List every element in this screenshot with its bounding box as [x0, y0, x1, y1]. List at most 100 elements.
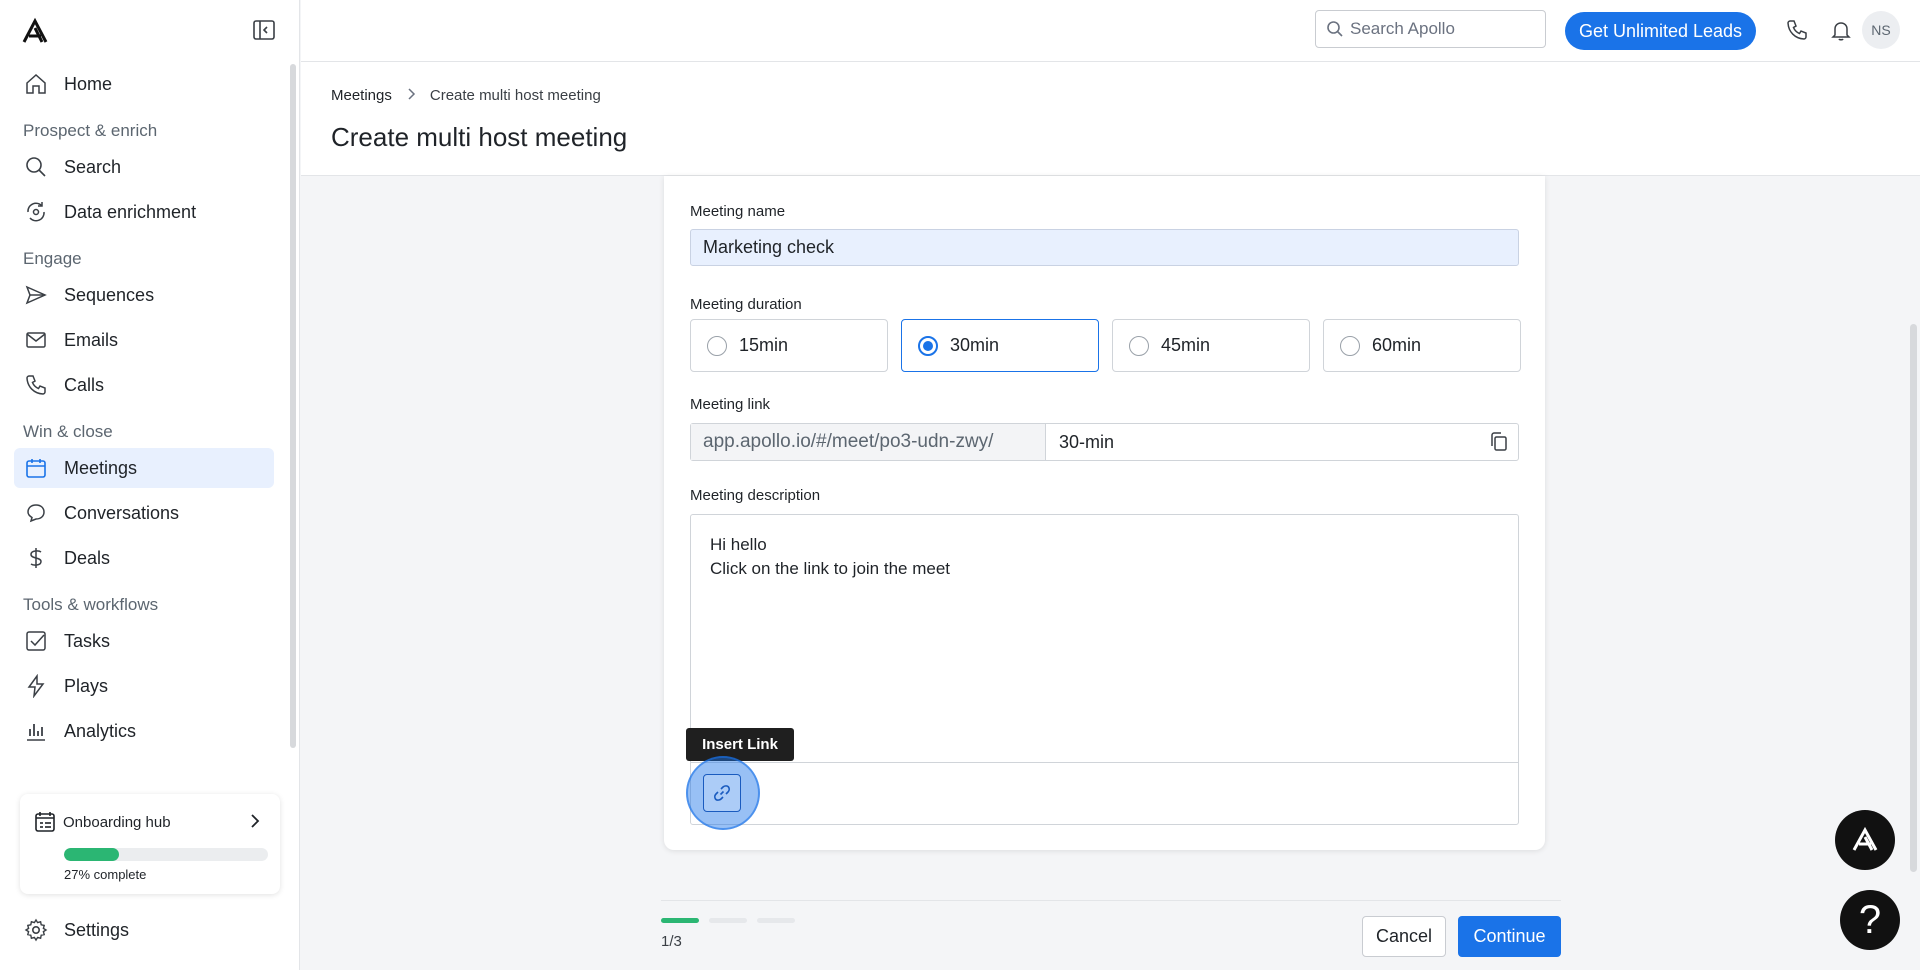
sidebar-item-search[interactable]: Search — [14, 147, 274, 187]
sidebar-section-label: Prospect & enrich — [23, 121, 158, 140]
meeting-form-card: Meeting name Marketing check Meeting dur… — [664, 176, 1545, 850]
footer-divider — [661, 900, 1561, 901]
step-indicator — [757, 918, 795, 923]
sidebar-item-settings[interactable]: Settings — [24, 910, 129, 950]
meeting-name-input[interactable]: Marketing check — [690, 229, 1519, 266]
duration-option-60min[interactable]: 60min — [1323, 319, 1521, 372]
meeting-description-label: Meeting description — [690, 487, 821, 504]
apollo-assistant-button[interactable] — [1835, 810, 1895, 870]
page-header: Meetings Create multi host meeting Creat… — [301, 62, 1920, 176]
meeting-duration-label: Meeting duration — [690, 296, 802, 313]
duration-label: 30min — [950, 335, 1000, 355]
sidebar-nav: Home Prospect & enrich Search Data enrichme… — [14, 64, 274, 756]
sidebar-scrollbar[interactable] — [290, 64, 296, 748]
checklist-icon — [34, 811, 56, 833]
search-input[interactable]: Search Apollo — [1315, 10, 1546, 48]
refresh-icon — [24, 200, 48, 224]
help-button[interactable]: ? — [1840, 890, 1900, 950]
sidebar-section-label: Engage — [23, 249, 82, 268]
meeting-link-slug-input[interactable]: 30-min — [1046, 424, 1518, 460]
radio-button[interactable] — [918, 335, 938, 356]
cancel-button[interactable]: Cancel — [1362, 916, 1446, 957]
send-icon — [24, 283, 48, 307]
sidebar-item-label: Deals — [64, 547, 111, 568]
radio-button[interactable] — [1129, 335, 1149, 356]
phone-icon[interactable] — [1785, 18, 1809, 42]
sidebar: Home Prospect & enrich Search Data enrichme… — [0, 0, 300, 970]
dollar-icon — [24, 546, 48, 570]
topbar: Search Apollo Get Unlimited Leads NS — [301, 0, 1920, 62]
sidebar-item-label: Search — [64, 156, 122, 177]
checkbox-icon — [24, 629, 48, 653]
search-placeholder: Search Apollo — [1350, 19, 1455, 38]
duration-option-45min[interactable]: 45min — [1112, 319, 1310, 372]
onboarding-progress-label: 27% complete — [64, 867, 147, 882]
sidebar-item-sequences[interactable]: Sequences — [14, 275, 274, 315]
radio-button[interactable] — [707, 335, 727, 356]
mail-icon — [24, 328, 48, 352]
insert-link-button[interactable] — [703, 774, 741, 812]
collapse-sidebar-icon[interactable] — [252, 18, 276, 42]
step-indicator — [709, 918, 747, 923]
step-counter: 1/3 — [661, 933, 682, 950]
step-progress — [661, 918, 805, 923]
search-icon — [1327, 21, 1343, 37]
meeting-name-label: Meeting name — [690, 203, 786, 220]
bell-icon[interactable] — [1829, 18, 1853, 42]
onboarding-hub-card[interactable]: Onboarding hub 27% complete — [20, 794, 280, 894]
sidebar-item-meetings[interactable]: Meetings — [14, 448, 274, 488]
sidebar-item-label: Emails — [64, 329, 119, 350]
meeting-description-editor[interactable]: Hi hello Click on the link to join the m… — [690, 514, 1519, 825]
chevron-right-icon — [406, 87, 416, 104]
sidebar-item-data-enrichment[interactable]: Data enrichment — [14, 192, 274, 232]
sidebar-item-calls[interactable]: Calls — [14, 365, 274, 405]
sidebar-item-label: Home — [64, 73, 113, 94]
continue-button[interactable]: Continue — [1458, 916, 1561, 957]
radio-button[interactable] — [1340, 335, 1360, 356]
description-line: Hi hello — [710, 535, 767, 554]
sidebar-item-emails[interactable]: Emails — [14, 320, 274, 360]
meeting-description-text[interactable]: Hi hello Click on the link to join the m… — [710, 533, 950, 581]
duration-option-30min[interactable]: 30min — [901, 319, 1099, 372]
sidebar-item-deals[interactable]: Deals — [14, 538, 274, 578]
duration-option-15min[interactable]: 15min — [690, 319, 888, 372]
chevron-right-icon[interactable] — [246, 812, 264, 830]
link-icon — [714, 785, 730, 801]
sidebar-section-label: Tools & workflows — [23, 595, 159, 614]
get-unlimited-leads-button[interactable]: Get Unlimited Leads — [1565, 12, 1756, 50]
apollo-logo-icon[interactable] — [20, 16, 50, 46]
onboarding-hub-title: Onboarding hub — [63, 814, 171, 831]
main-scrollbar[interactable] — [1910, 324, 1917, 872]
chat-icon — [24, 501, 48, 525]
sidebar-item-label: Settings — [64, 919, 130, 940]
meeting-link-label: Meeting link — [690, 396, 771, 413]
copy-icon[interactable] — [1488, 431, 1510, 453]
breadcrumb-current: Create multi host meeting — [429, 87, 601, 104]
sidebar-item-conversations[interactable]: Conversations — [14, 493, 274, 533]
avatar[interactable]: NS — [1862, 11, 1900, 49]
sidebar-item-tasks[interactable]: Tasks — [14, 621, 274, 661]
description-line: Click on the link to join the meet — [710, 559, 951, 578]
sidebar-item-label: Calls — [64, 374, 105, 395]
sidebar-item-plays[interactable]: Plays — [14, 666, 274, 706]
meeting-link-prefix: app.apollo.io/#/meet/po3-udn-zwy/ — [691, 424, 1046, 460]
chart-icon — [24, 719, 48, 743]
sidebar-item-label: Conversations — [64, 502, 180, 523]
sidebar-item-label: Analytics — [64, 720, 137, 741]
onboarding-progress-fill — [64, 848, 120, 861]
bolt-icon — [24, 674, 48, 698]
question-icon: ? — [1858, 897, 1882, 942]
breadcrumb: Meetings Create multi host meeting — [331, 87, 601, 104]
home-icon — [24, 72, 48, 96]
duration-label: 60min — [1372, 335, 1422, 355]
sidebar-item-home[interactable]: Home — [14, 64, 274, 104]
sidebar-item-analytics[interactable]: Analytics — [14, 711, 274, 751]
step-indicator — [661, 918, 699, 923]
calendar-icon — [24, 456, 48, 480]
breadcrumb-meetings-link[interactable]: Meetings — [331, 87, 392, 104]
phone-icon — [24, 373, 48, 397]
sidebar-item-label: Tasks — [64, 630, 111, 651]
sidebar-item-label: Sequences — [64, 284, 155, 305]
duration-label: 15min — [739, 335, 789, 355]
sidebar-section-label: Win & close — [23, 422, 113, 441]
